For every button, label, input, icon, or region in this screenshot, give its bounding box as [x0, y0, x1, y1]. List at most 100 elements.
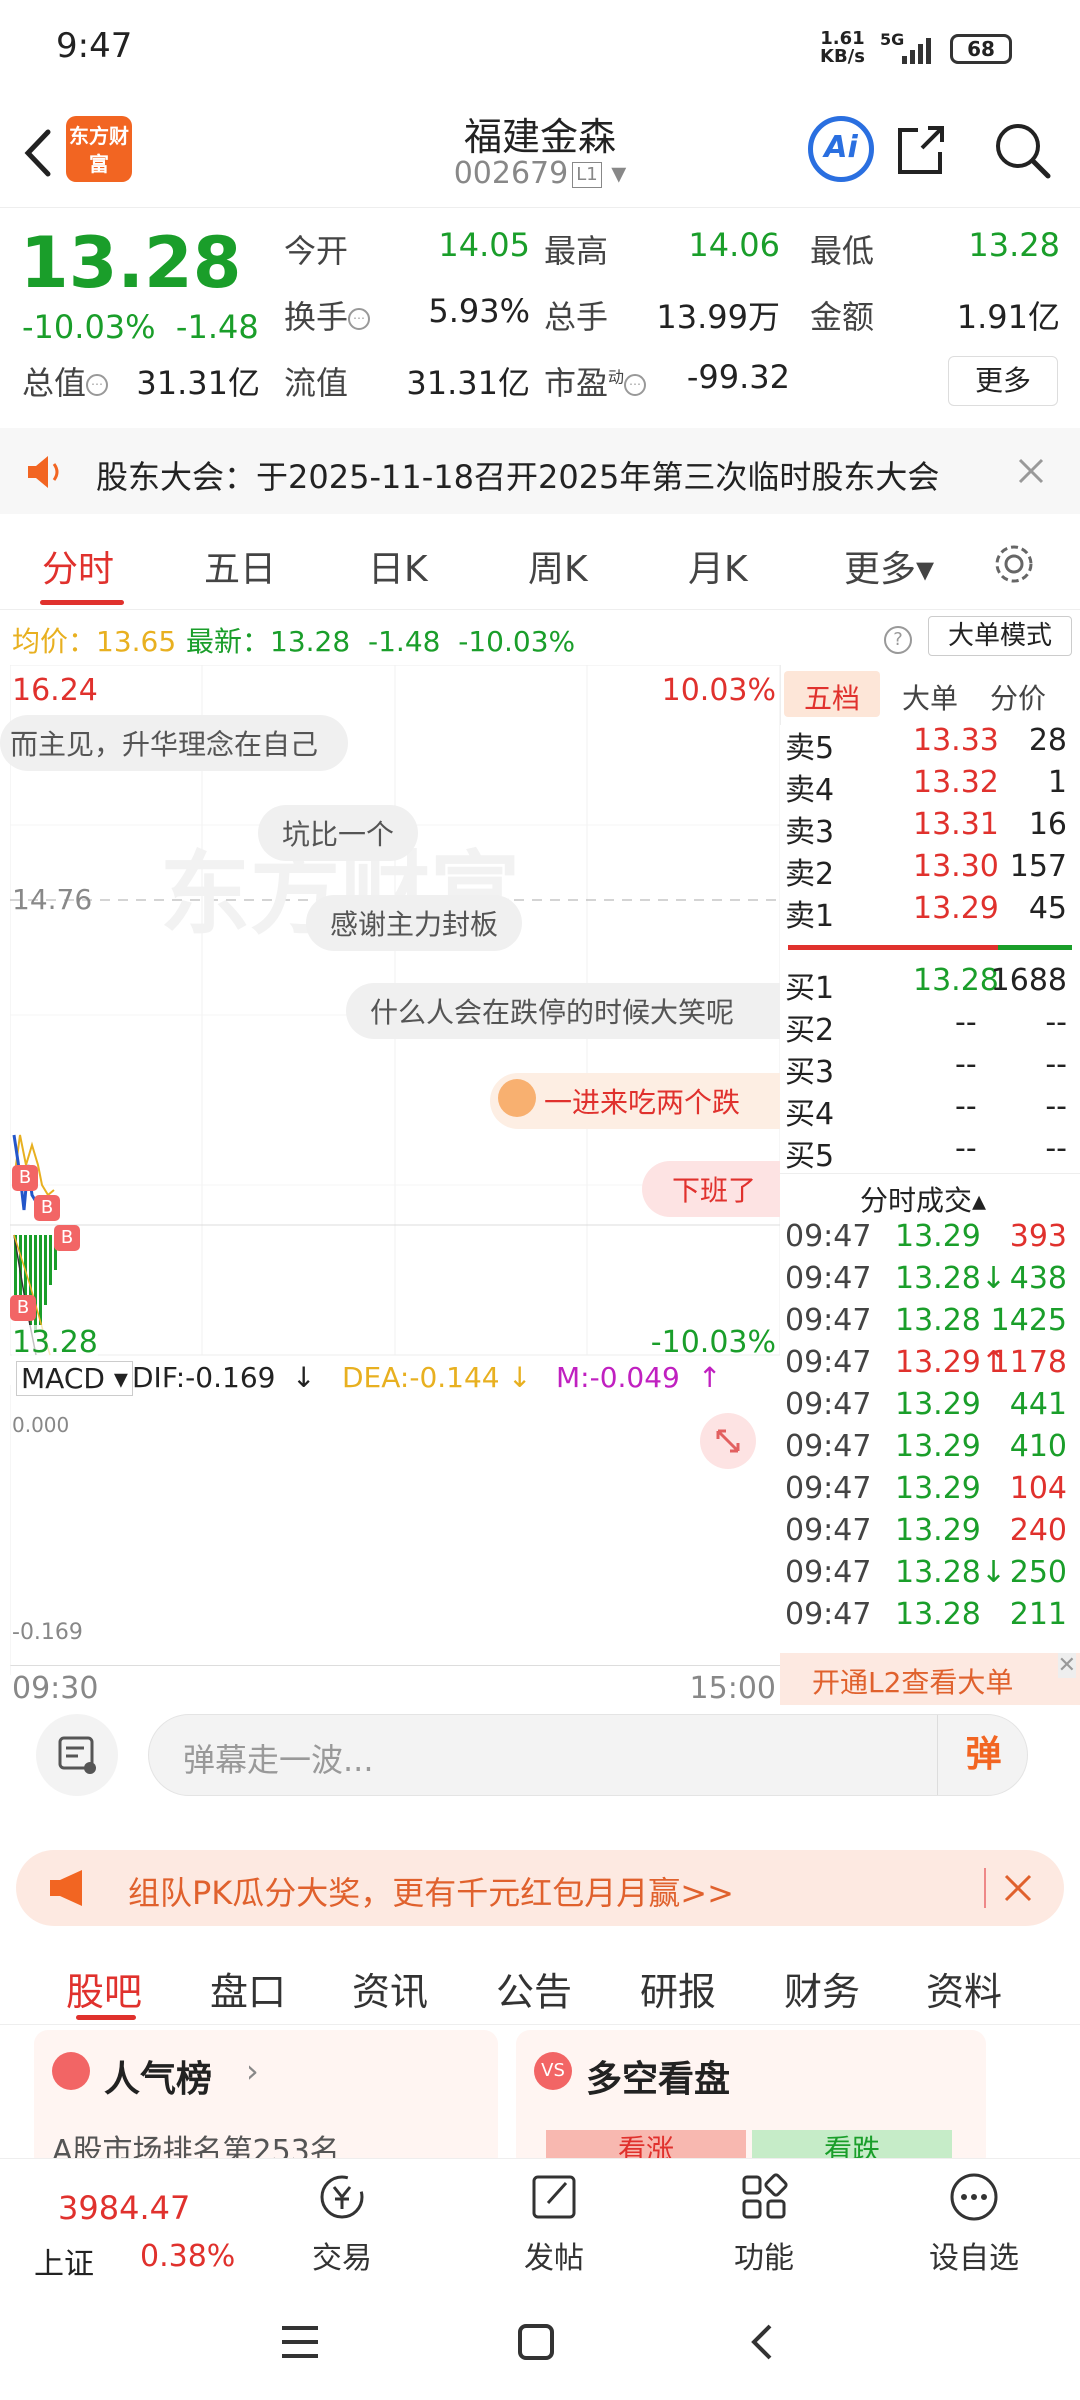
total-cap-label: 总值 ⋯ — [22, 358, 109, 404]
send-danmaku-button[interactable]: 弹 — [937, 1715, 1029, 1795]
bull-bear-card[interactable]: VS 多空看盘 看涨 看跌 — [516, 2030, 986, 2160]
low-label: 最低 — [810, 232, 875, 270]
search-icon[interactable] — [990, 118, 1054, 182]
index-pct: 0.38% — [140, 2239, 236, 2274]
back-nav-icon[interactable] — [740, 2318, 788, 2366]
axis-top-pct: 10.03% — [661, 673, 776, 708]
tick-row: 09:47 13.28↓ 438 — [785, 1261, 1067, 1296]
tab-pankou[interactable]: 盘口 — [210, 1961, 286, 2016]
price-change: -10.03% -1.48 — [22, 308, 259, 346]
tab-five-level[interactable]: 五档 — [804, 677, 860, 717]
intraday-chart[interactable]: 东方财富 16.24 10.03% 14.76 13.28 -10.03% 而主… — [0, 665, 780, 1706]
tick-row: 09:47 13.29 393 — [785, 1219, 1067, 1254]
tick-row: 09:47 13.29 240 — [785, 1513, 1067, 1548]
tick-row: 09:47 13.29 441 — [785, 1387, 1067, 1422]
yen-icon — [320, 2175, 364, 2219]
nav-trade[interactable]: 交易 — [272, 2169, 412, 2277]
tab-big-order[interactable]: 大单 — [902, 677, 958, 717]
help-icon[interactable]: ? — [884, 626, 912, 654]
order-book-panel: 五档 大单 分价 卖5 13.33 28 卖4 13.32 1 卖3 13.31 16 卖2… — [780, 665, 1080, 1705]
notice-bar[interactable]: 股东大会：于2025-11-18召开2025年第三次临时股东大会 — [0, 428, 1080, 514]
info-icon: ⋯ — [348, 308, 371, 330]
tab-announcement[interactable]: 公告 — [496, 1961, 572, 2016]
price-summary-bar: 均价：13.65 最新：13.28 -1.48 -10.03% ? 大单模式 — [0, 612, 1080, 662]
chart-tabs: 分时 五日 日K 周K 月K 更多▾ — [0, 520, 1080, 610]
turnover-value: 5.93% — [428, 292, 530, 330]
home-icon[interactable] — [512, 2318, 560, 2366]
nav-functions[interactable]: 功能 — [694, 2169, 834, 2277]
tab-profile[interactable]: 资料 — [926, 1961, 1002, 2016]
axis-bottom-price: 13.28 — [12, 1325, 98, 1360]
tab-research[interactable]: 研报 — [640, 1961, 716, 2016]
menu-icon[interactable] — [276, 2320, 324, 2364]
bullish-button[interactable]: 看涨 — [546, 2130, 746, 2160]
nav-post[interactable]: 发帖 — [484, 2169, 624, 2277]
tab-weekly-k[interactable]: 周K — [528, 540, 588, 592]
more-dots-icon — [950, 2173, 998, 2221]
pe-value: -99.32 — [686, 358, 790, 396]
signal-icon — [902, 38, 931, 64]
promo-text: 组队PK瓜分大奖，更有千元红包月月赢>> — [128, 1874, 734, 1912]
nav-add-watchlist[interactable]: 设自选 — [904, 2169, 1044, 2277]
bid-row-1: 买1 13.28 1688 — [785, 963, 1067, 1006]
ask-row-4: 卖4 13.32 1 — [785, 765, 1067, 808]
tab-more[interactable]: 更多▾ — [844, 540, 934, 592]
info-icon: ⋯ — [624, 374, 647, 396]
battery-indicator: 68 — [950, 34, 1012, 64]
close-icon[interactable] — [1000, 1870, 1036, 1906]
promo-banner[interactable]: 组队PK瓜分大奖，更有千元红包月月赢>> — [16, 1850, 1064, 1926]
tab-guba[interactable]: 股吧 — [66, 1961, 142, 2016]
buy-marker-icon: B — [12, 1165, 38, 1191]
big-order-mode-button[interactable]: 大单模式 — [928, 616, 1072, 656]
popularity-card[interactable]: 人气榜 › A股市场排名第253名 — [34, 2030, 498, 2160]
tab-daily-k[interactable]: 日K — [368, 540, 428, 592]
close-icon[interactable] — [1014, 454, 1048, 488]
ticks-title[interactable]: 分时成交▴ — [860, 1179, 986, 1219]
danmaku-settings-icon[interactable] — [36, 1714, 118, 1796]
info-icon: ⋯ — [86, 374, 109, 396]
turnover-label: 换手 ⋯ — [284, 292, 371, 338]
danmaku-bubble: 坑比一个 — [258, 805, 419, 861]
high-label: 最高 — [544, 232, 609, 270]
amount-value: 1.91亿 — [956, 298, 1060, 336]
buy-marker-icon: B — [54, 1225, 80, 1251]
danmaku-input[interactable]: 弹幕走一波... 弹 — [148, 1714, 1028, 1796]
tick-row: 09:47 13.29 410 — [785, 1429, 1067, 1464]
tab-five-day[interactable]: 五日 — [204, 540, 276, 592]
bearish-button[interactable]: 看跌 — [752, 2130, 952, 2160]
content-tabs: 股吧 盘口 资讯 公告 研报 财务 资料 — [0, 1945, 1080, 2025]
macd-pane-frame — [10, 1385, 11, 1675]
danmaku-bubble: 感谢主力封板 — [306, 895, 523, 951]
chevron-down-icon: ▾ — [611, 156, 627, 191]
bid-row-4: 买4 -- -- — [785, 1089, 1067, 1132]
amount-label: 金额 — [810, 298, 875, 336]
stock-header: 东方财富 福建金森 002679 L1 ▾ Ai — [0, 100, 1080, 208]
index-value[interactable]: 3984.47 — [58, 2189, 190, 2227]
tick-list: 09:47 13.29 393 09:47 13.28↓ 438 09:47 13.28 142… — [780, 1219, 1080, 1649]
feature-cards: 人气榜 › A股市场排名第253名 VS 多空看盘 看涨 看跌 — [0, 2030, 1080, 2160]
total-cap-value: 31.31亿 — [136, 364, 260, 402]
share-icon[interactable] — [888, 118, 952, 182]
status-time: 9:47 — [56, 26, 133, 66]
tab-intraday[interactable]: 分时 — [42, 540, 114, 592]
float-cap-label: 流值 — [284, 364, 349, 402]
quote-panel: 13.28 -10.03% -1.48 今开 14.05 最高 14.06 最低… — [0, 210, 1080, 420]
volume-label: 总手 — [544, 298, 609, 336]
tab-price-dist[interactable]: 分价 — [990, 677, 1046, 717]
index-name: 上证 — [34, 2247, 94, 2282]
system-nav-bar — [0, 2280, 1080, 2400]
l2-banner[interactable]: 开通L2查看大单 ✕ — [780, 1653, 1080, 1705]
tab-monthly-k[interactable]: 月K — [688, 540, 748, 592]
tick-row: 09:47 13.28 211 — [785, 1597, 1067, 1632]
grid-icon — [742, 2173, 788, 2219]
more-button[interactable]: 更多 — [948, 356, 1058, 406]
danmaku-bubble: 什么人会在跌停的时候大笑呢 — [346, 983, 780, 1039]
axis-top-price: 16.24 — [12, 673, 98, 708]
settings-icon[interactable] — [990, 540, 1038, 588]
axis-mid-price: 14.76 — [12, 883, 93, 916]
axis-bottom-pct: -10.03% — [650, 1325, 776, 1360]
ai-button[interactable]: Ai — [808, 116, 874, 182]
tab-news[interactable]: 资讯 — [352, 1961, 428, 2016]
tab-finance[interactable]: 财务 — [784, 1961, 860, 2016]
low-value: 13.28 — [968, 226, 1060, 264]
